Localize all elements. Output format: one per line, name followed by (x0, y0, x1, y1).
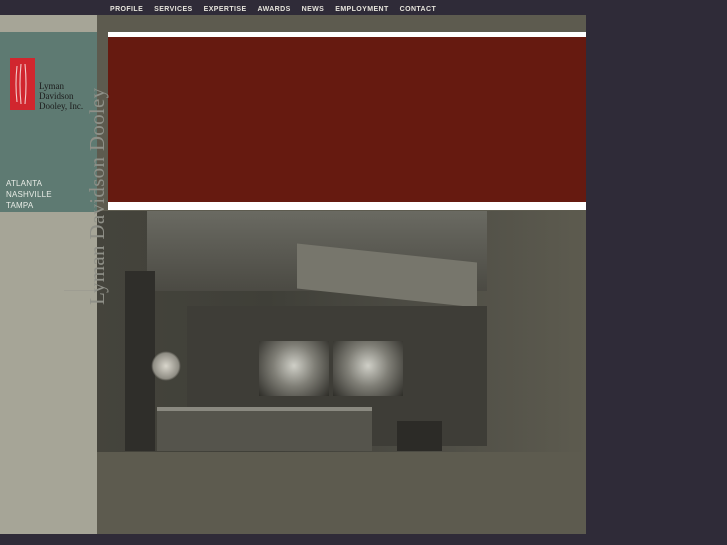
brand-panel: Lyman Davidson Dooley, Inc. ATLANTA NASH… (0, 32, 97, 212)
company-logo-mark[interactable] (10, 58, 35, 110)
logo-lines-icon (15, 63, 27, 105)
logo-line-2: Davidson (39, 91, 74, 101)
photo-flowers (151, 351, 181, 381)
logo-line-1: Lyman (39, 81, 64, 91)
vertical-company-name: Lyman Davidson Dooley (85, 87, 109, 305)
page-content: Lyman Davidson Dooley, Inc. ATLANTA NASH… (0, 15, 586, 534)
photo-chair (397, 421, 442, 451)
top-strip (97, 15, 586, 32)
photo-reception-desk (157, 411, 372, 451)
banner-bottom-border (108, 202, 586, 210)
photo-artwork-left (259, 341, 329, 396)
office-tampa: TAMPA (6, 201, 34, 210)
office-atlanta: ATLANTA (6, 179, 43, 188)
photo-pillar (125, 271, 155, 451)
office-nashville: NASHVILLE (6, 190, 52, 199)
hero-banner (108, 37, 586, 202)
office-interior-photo (97, 211, 586, 452)
logo-line-3: Dooley, Inc. (39, 101, 84, 111)
office-locations: ATLANTA NASHVILLE TAMPA (6, 178, 52, 211)
company-logo-text[interactable]: Lyman Davidson Dooley, Inc. (39, 81, 83, 111)
photo-artwork-right (333, 341, 403, 396)
